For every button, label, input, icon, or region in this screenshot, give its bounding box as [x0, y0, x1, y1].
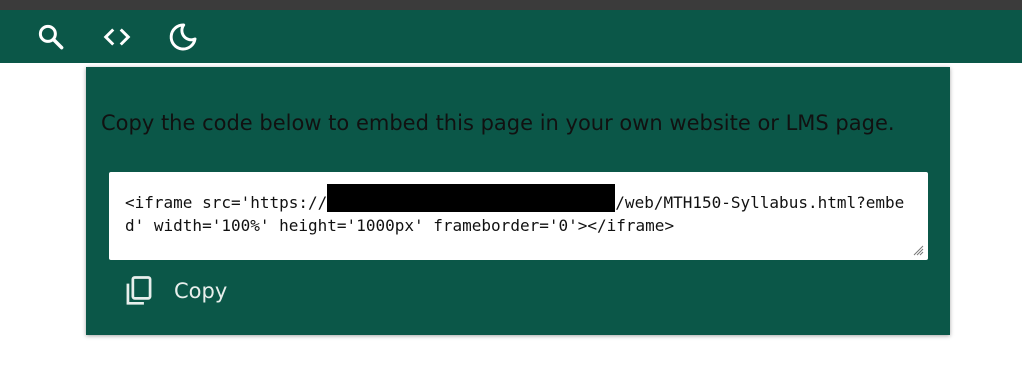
- copy-label: Copy: [174, 279, 228, 303]
- search-icon: [38, 24, 64, 50]
- embed-dialog: Copy the code below to embed this page i…: [86, 67, 950, 335]
- search-button[interactable]: [34, 20, 68, 54]
- dark-mode-button[interactable]: [166, 20, 200, 54]
- embed-code-prefix: <iframe src='https://: [125, 193, 328, 212]
- resize-grip-icon[interactable]: [912, 244, 924, 256]
- embed-code-textarea[interactable]: <iframe src='https:///web/MTH150-Syllabu…: [109, 172, 928, 260]
- moon-icon: [169, 23, 197, 51]
- copy-button[interactable]: Copy: [124, 273, 227, 309]
- copy-icon: [126, 276, 152, 305]
- browser-top-strip: [0, 0, 1022, 10]
- toolbar: [0, 10, 1022, 63]
- code-icon: [103, 28, 131, 46]
- embed-code-button[interactable]: [100, 20, 134, 54]
- embed-instructions: Copy the code below to embed this page i…: [101, 111, 895, 135]
- redacted-domain: [327, 184, 616, 212]
